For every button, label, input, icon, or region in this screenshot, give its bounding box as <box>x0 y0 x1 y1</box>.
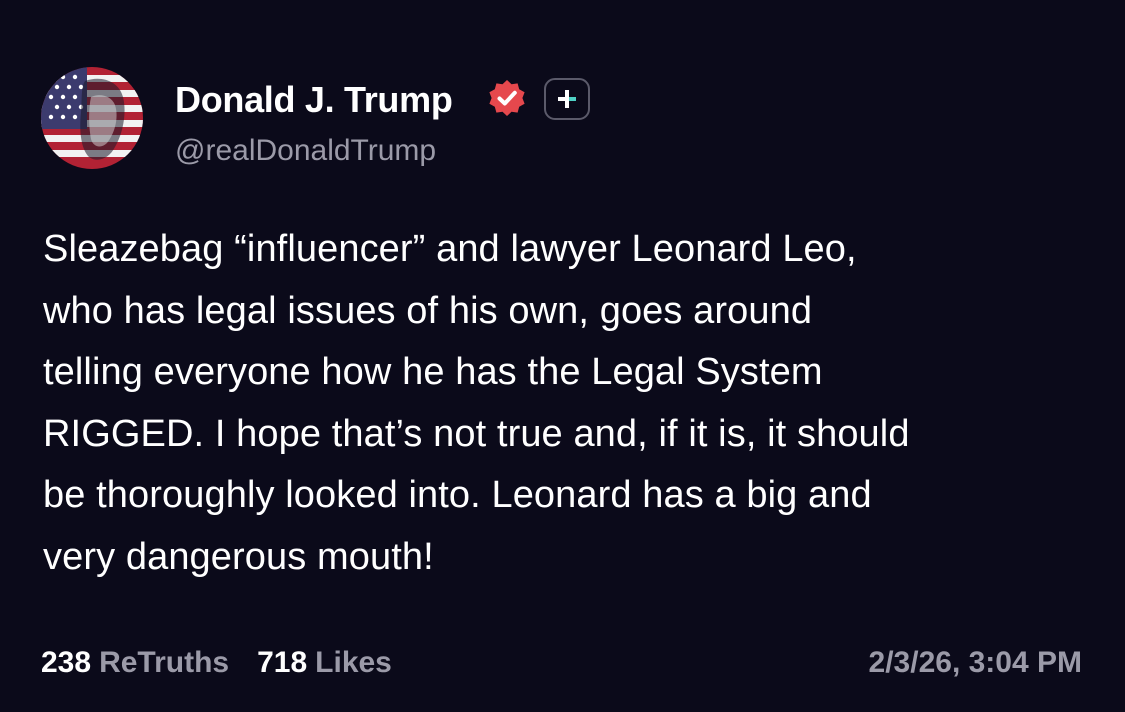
retruths-count: 238 <box>41 646 92 679</box>
post-text-line: Sleazebag “influencer” and lawyer Leonar… <box>43 228 857 270</box>
verified-badge-icon <box>486 78 528 120</box>
retruths-label: ReTruths <box>99 646 230 679</box>
post-stats: 238 ReTruths 718 Likes <box>41 646 392 680</box>
author-display-name[interactable]: Donald J. Trump <box>175 79 453 121</box>
likes-stat[interactable]: 718 Likes <box>257 646 392 680</box>
post-text-line: telling everyone how he has the Legal Sy… <box>43 351 823 393</box>
avatar-image <box>41 67 143 169</box>
post-text-line: RIGGED. I hope that’s not true and, if i… <box>43 412 910 455</box>
author-handle[interactable]: @realDonaldTrump <box>175 134 436 168</box>
post-text-line: be thoroughly looked into. Leonard has a… <box>43 474 872 516</box>
follow-button[interactable] <box>544 78 590 120</box>
post-body: Sleazebag “influencer” and lawyer Leonar… <box>43 219 1093 588</box>
avatar[interactable] <box>41 67 143 169</box>
post-text-line: very dangerous mouth! <box>43 535 434 578</box>
post-text-line: who has legal issues of his own, goes ar… <box>43 289 813 332</box>
plus-icon <box>558 90 576 108</box>
post-timestamp: 2/3/26, 3:04 PM <box>868 646 1082 679</box>
truth-post: Donald J. Trump @realDonaldTrump Sleazeb… <box>0 0 1125 712</box>
retruths-stat[interactable]: 238 ReTruths <box>41 646 229 680</box>
likes-label: Likes <box>315 646 392 679</box>
likes-count: 718 <box>257 646 308 679</box>
